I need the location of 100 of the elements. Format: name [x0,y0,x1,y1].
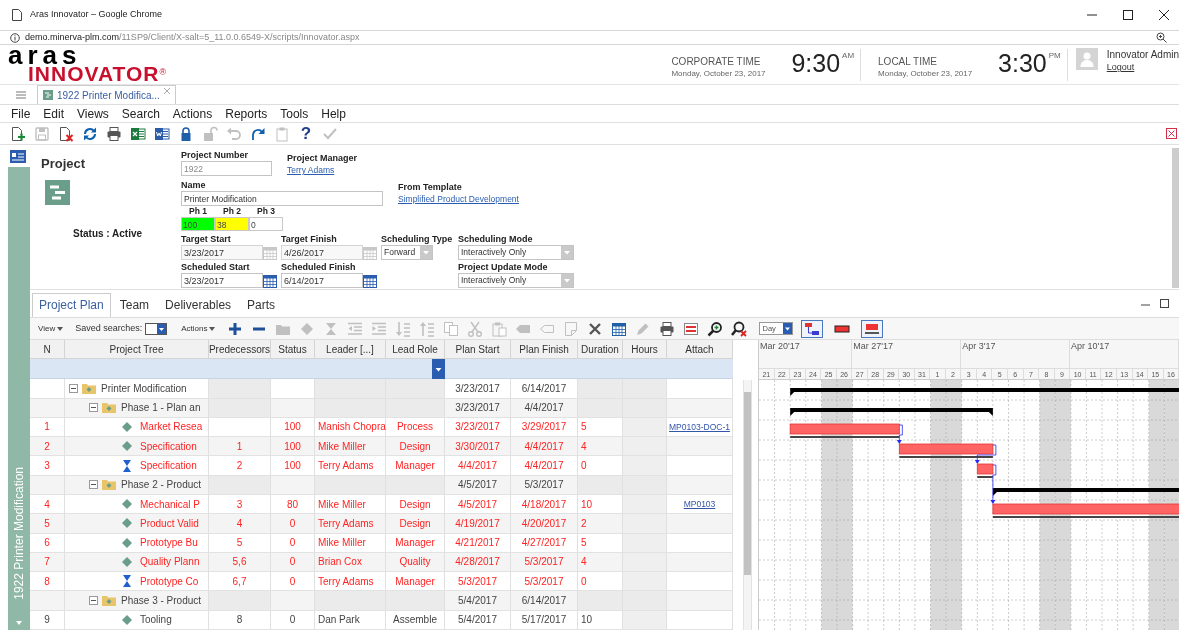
calendar-icon[interactable] [263,273,277,288]
menu-item[interactable]: Help [321,104,346,123]
date-field[interactable]: 3/23/2017 [181,273,263,288]
maximize-icon[interactable] [1160,299,1169,308]
spreadsheet-icon[interactable] [130,125,146,142]
table-row[interactable]: 4 Mechanical P 3 80 Mike Miller Design 4/5/2017 4/18/2017 10 MP0103 [30,494,733,515]
logo-text: aras [8,47,82,64]
clock-date: Monday, October 23, 2017 [671,68,767,79]
attachment-link[interactable]: MP0103-DOC-1 [669,420,730,434]
delete-icon[interactable] [587,320,604,337]
summary-bar[interactable] [790,388,1179,396]
zoom-in-icon[interactable] [707,320,724,337]
id-card-icon[interactable] [10,150,26,163]
tab[interactable]: Parts [240,293,283,317]
zoom-icon[interactable] [1156,32,1167,43]
zoom-clear-icon[interactable] [731,320,748,337]
table-row[interactable]: 6 Prototype Bu 5 0 Mike Miller Manager 4/21/2017 4/27/2017 5 [30,533,733,553]
column-header[interactable]: N [30,340,65,359]
collapse-icon[interactable] [89,403,98,413]
column-header[interactable]: Duration [578,340,623,359]
summary-bar[interactable] [992,488,1179,496]
dropdown-button[interactable] [432,359,445,380]
column-header[interactable]: Predecessors [209,340,271,359]
input-field[interactable]: Printer Modification [181,191,383,206]
menu-item[interactable]: Reports [225,104,268,123]
delete-document-icon[interactable] [58,125,74,142]
address-url[interactable]: demo.minerva-plm.com/11SP9/Client/X-salt=5_11.0.0.6549-X/scripts/Innovator.aspx [25,30,360,45]
info-icon[interactable] [10,32,20,43]
input-field[interactable]: 1922 [181,161,272,176]
table-cell: 100 [271,456,315,475]
scrollbar[interactable] [743,380,752,630]
table-row[interactable]: 1 Market Resea 100 Manish Chopra Process 3/23/2017 3/29/2017 5 MP0103-DOC-1 [30,417,733,438]
field-label: Target Finish [281,233,338,245]
menu-item[interactable]: File [11,104,31,123]
document-tab[interactable]: 1922 Printer Modifica... [37,85,176,104]
column-header[interactable]: Leader [...] [315,340,386,359]
gantt-toggle-button[interactable] [861,319,884,338]
gantt-toggle-button[interactable] [801,319,824,338]
table-row[interactable]: Phase 2 - Product 4/5/2017 5/3/2017 [30,475,733,495]
task-bar[interactable] [898,443,994,458]
table-row[interactable]: 8 Prototype Co 6,7 0 Terry Adams Manager 5/3/2017 5/3/2017 0 [30,572,733,592]
redo-icon[interactable] [250,125,266,142]
table-row[interactable]: Phase 3 - Product 5/4/2017 6/14/2017 [30,591,733,611]
folder-icon [82,382,96,394]
new-document-icon[interactable] [10,125,26,142]
column-header[interactable]: Status [271,340,315,359]
column-header[interactable]: Lead Role [386,340,445,359]
column-header[interactable]: Hours [623,340,667,359]
calendar-icon[interactable] [611,320,628,337]
baseline-icon[interactable] [683,320,700,337]
help-button[interactable]: ? [298,125,314,142]
column-header[interactable]: Plan Start [445,340,511,359]
table-row[interactable]: 7 Quality Plann 5,6 0 Brian Cox Quality 4/28/2017 5/3/2017 4 [30,552,733,573]
table-row[interactable]: Phase 1 - Plan an 3/23/2017 4/4/2017 [30,398,733,418]
dropdown-field[interactable]: Forward [381,245,433,260]
logout-link[interactable]: Logout [1106,61,1135,74]
view-menu[interactable]: View [38,322,64,335]
table-row[interactable]: 3 Specification 2 100 Terry Adams Manager 4/4/2017 4/4/2017 0 [30,456,733,476]
print-icon[interactable] [659,320,676,337]
scrollbar-thumb[interactable] [744,392,751,575]
close-panel-icon[interactable] [1166,128,1177,139]
menu-item[interactable]: Edit [43,104,65,123]
print-icon[interactable] [106,125,122,142]
column-header[interactable]: Attach [667,340,733,359]
collapse-icon[interactable] [69,383,78,393]
dropdown-field[interactable]: Interactively Only [458,245,574,260]
column-header[interactable]: Project Tree [65,340,209,359]
maximize-icon[interactable] [1123,10,1133,20]
attachment-link[interactable]: MP0103 [683,497,716,511]
tab[interactable]: Project Plan [32,293,111,317]
dropdown-field[interactable] [145,322,168,335]
menu-item[interactable]: Actions [172,104,213,123]
table-row[interactable]: 9 Tooling 8 0 Dan Park Assemble 5/4/2017 5/17/2017 10 [30,610,733,630]
collapse-icon[interactable] [89,480,98,490]
tab[interactable]: Team [112,293,157,317]
task-bar[interactable] [992,503,1179,518]
gantt-chart[interactable] [759,380,1179,630]
refresh-icon[interactable] [82,125,98,142]
document-icon[interactable] [154,125,170,142]
actions-menu[interactable]: Actions [181,322,216,335]
menu-item[interactable]: Search [121,104,160,123]
close-icon[interactable] [1159,10,1169,20]
scrollbar[interactable] [1172,148,1179,288]
task-bar[interactable] [976,463,994,478]
menu-item[interactable]: Views [77,104,109,123]
date-field[interactable]: 6/14/2017 [281,273,363,288]
summary-bar[interactable] [790,408,993,416]
plus-icon[interactable] [227,320,244,337]
column-header[interactable]: Plan Finish [511,340,578,359]
task-bar[interactable] [789,423,900,438]
collapse-icon[interactable] [89,596,98,605]
calendar-icon[interactable] [363,273,377,288]
dropdown-field[interactable]: Interactively Only [458,273,574,288]
manager-link[interactable]: Terry Adams [287,164,335,177]
template-link[interactable]: Simplified Product Development [398,193,519,206]
table-row[interactable]: 2 Specification 1 100 Mike Miller Design 3/30/2017 4/4/2017 4 [30,437,733,457]
table-row[interactable]: Printer Modification 3/23/2017 6/14/2017 [30,379,733,399]
tab[interactable]: Deliverables [158,293,239,317]
menu-item[interactable]: Tools [280,104,309,123]
table-row[interactable]: 5 Product Valid 4 0 Terry Adams Design 4/19/2017 4/20/2017 2 [30,514,733,534]
